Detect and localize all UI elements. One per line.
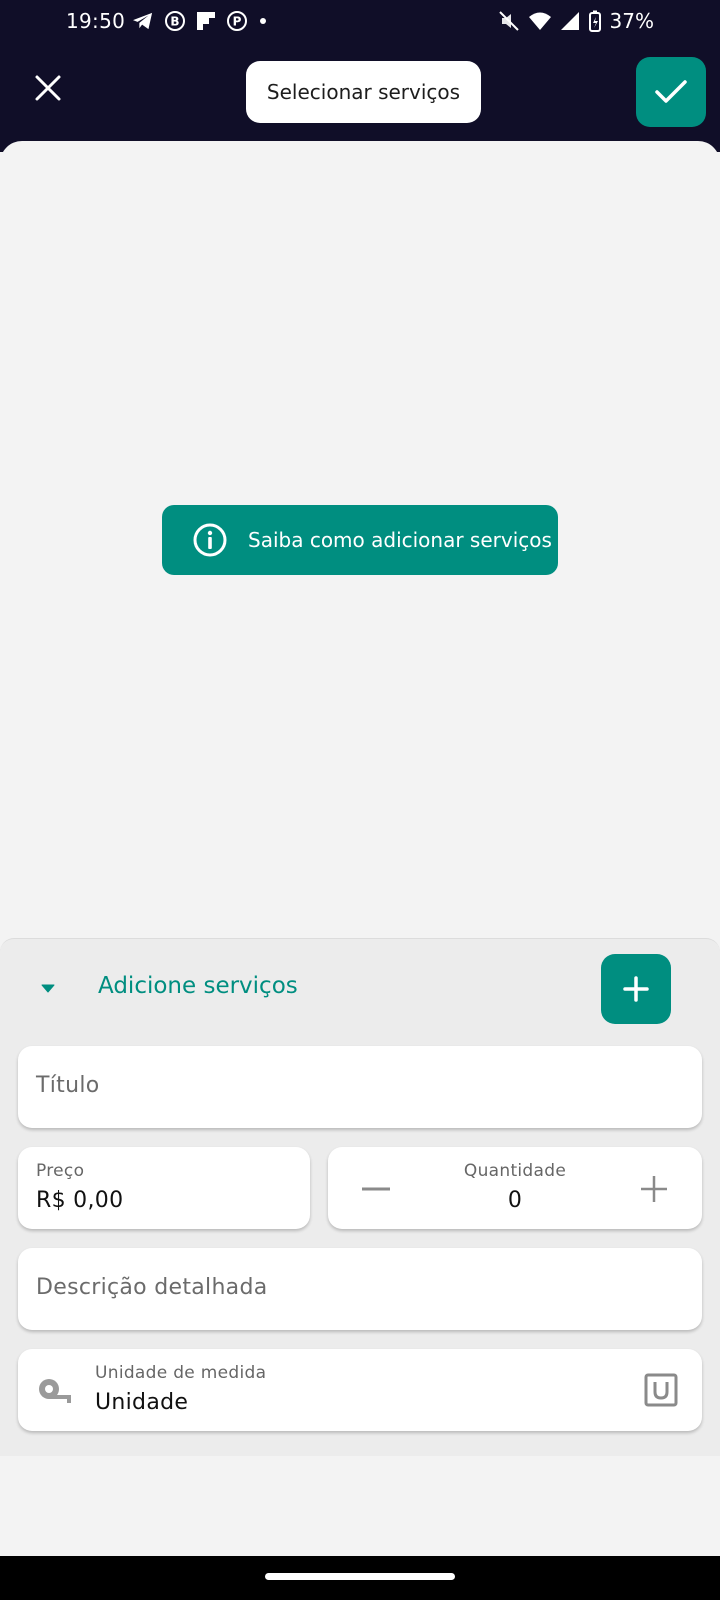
home-gesture-handle[interactable] bbox=[265, 1573, 455, 1580]
flipboard-icon bbox=[197, 12, 215, 30]
help-add-services-button[interactable]: Saiba como adicionar serviços bbox=[162, 505, 558, 575]
telegram-icon bbox=[133, 12, 153, 30]
measuring-tape-icon bbox=[39, 1379, 71, 1403]
svg-text:B: B bbox=[170, 15, 179, 29]
plus-icon bbox=[623, 976, 649, 1002]
close-icon bbox=[35, 75, 61, 101]
battery-percentage: 37% bbox=[609, 9, 654, 33]
unit-of-measure-select[interactable]: Unidade de medida Unidade bbox=[18, 1349, 702, 1431]
notification-icons: B P bbox=[132, 10, 268, 32]
wifi-icon bbox=[528, 12, 551, 30]
svg-text:P: P bbox=[233, 15, 242, 29]
title-input[interactable]: Título bbox=[18, 1046, 702, 1128]
help-add-services-label: Saiba como adicionar serviços bbox=[248, 528, 552, 552]
unit-value: Unidade bbox=[95, 1390, 189, 1415]
price-label: Preço bbox=[36, 1161, 85, 1181]
pinterest-icon: P bbox=[227, 11, 247, 31]
quantity-increase-button[interactable] bbox=[634, 1169, 674, 1209]
status-time: 19:50 bbox=[66, 9, 126, 33]
plus-icon bbox=[641, 1176, 667, 1202]
top-app-bar: Selecionar serviços bbox=[0, 42, 720, 152]
collapse-panel-button[interactable] bbox=[36, 977, 60, 1001]
add-service-button[interactable] bbox=[601, 954, 671, 1024]
b-badge-icon: B bbox=[165, 11, 185, 31]
panel-title: Adicione serviços bbox=[98, 973, 298, 999]
page-title: Selecionar serviços bbox=[246, 61, 481, 123]
title-placeholder: Título bbox=[36, 1073, 100, 1098]
price-input[interactable]: Preço R$ 0,00 bbox=[18, 1147, 310, 1229]
mute-icon bbox=[498, 11, 519, 31]
system-icons: 37% bbox=[498, 9, 654, 33]
price-value: R$ 0,00 bbox=[36, 1188, 124, 1213]
caret-down-icon bbox=[41, 984, 55, 993]
confirm-button[interactable] bbox=[636, 57, 706, 127]
info-icon bbox=[193, 523, 227, 557]
unit-badge-icon bbox=[644, 1373, 678, 1407]
unit-label: Unidade de medida bbox=[95, 1363, 267, 1383]
quantity-stepper: Quantidade 0 bbox=[328, 1147, 702, 1229]
close-button[interactable] bbox=[26, 66, 70, 110]
add-services-panel: Adicione serviços Título Preço R$ 0,00 Q… bbox=[0, 938, 720, 1456]
status-bar: 19:50 B P 37% bbox=[0, 0, 720, 42]
dot-icon bbox=[260, 18, 266, 24]
signal-icon bbox=[560, 12, 579, 30]
check-icon bbox=[655, 80, 687, 103]
battery-icon bbox=[588, 10, 601, 32]
description-input[interactable]: Descrição detalhada bbox=[18, 1248, 702, 1330]
description-placeholder: Descrição detalhada bbox=[36, 1275, 268, 1300]
system-navigation-bar bbox=[0, 1556, 720, 1600]
